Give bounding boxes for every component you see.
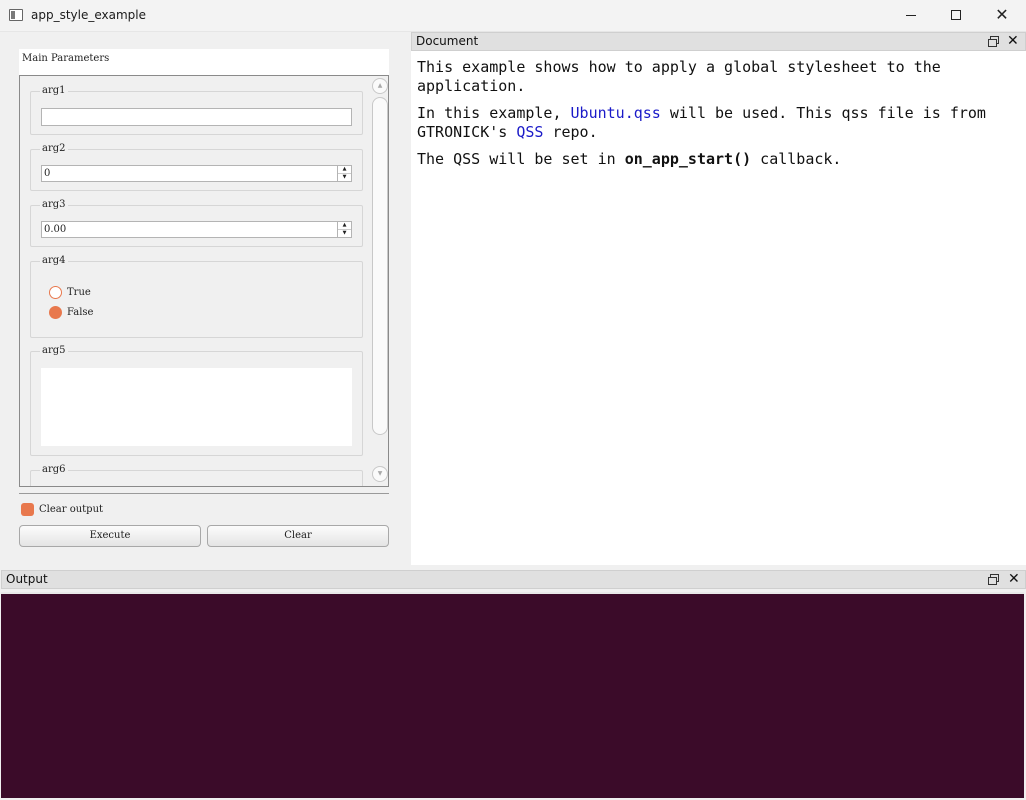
radio-true-indicator[interactable] (49, 286, 62, 299)
window-title: app_style_example (31, 8, 147, 22)
output-console[interactable] (1, 592, 1024, 798)
arg2-spinbox[interactable]: 0 ▲ ▼ (41, 165, 352, 182)
document-paragraph-3: The QSS will be set in on_app_start() ca… (417, 150, 1020, 169)
doc-text: repo. (543, 123, 598, 141)
output-dock-title: Output (6, 572, 48, 586)
arg2-spin-buttons: ▲ ▼ (337, 166, 351, 181)
minimize-button[interactable] (888, 0, 934, 30)
arg2-value: 0 (44, 168, 51, 179)
arg6-group: arg6 (30, 464, 363, 486)
arg3-spinbox[interactable]: 0.00 ▲ ▼ (41, 221, 352, 238)
radio-true[interactable]: True (49, 286, 91, 299)
arg2-group: arg2 0 ▲ ▼ (30, 143, 363, 191)
arg3-value: 0.00 (44, 224, 67, 235)
radio-true-label: True (67, 287, 91, 298)
close-icon[interactable]: ✕ (1008, 571, 1020, 587)
arg6-label: arg6 (40, 464, 68, 475)
maximize-icon (951, 10, 961, 20)
arg4-label: arg4 (40, 255, 68, 266)
document-content: This example shows how to apply a global… (411, 51, 1026, 565)
app-icon (9, 9, 23, 21)
arg3-group: arg3 0.00 ▲ ▼ (30, 199, 363, 247)
close-button[interactable]: ✕ (979, 0, 1025, 30)
minimize-icon (906, 14, 916, 16)
radio-false-label: False (67, 307, 94, 318)
arg1-input[interactable] (41, 108, 352, 126)
clear-output-check-indicator[interactable] (21, 503, 34, 516)
spin-down-icon[interactable]: ▼ (338, 174, 351, 181)
radio-false[interactable]: False (49, 306, 93, 319)
float-icon[interactable] (988, 574, 999, 585)
qss-repo-link[interactable]: QSS (516, 123, 543, 141)
ubuntu-qss-link[interactable]: Ubuntu.qss (571, 104, 661, 122)
spin-up-icon[interactable]: ▲ (338, 222, 351, 230)
clear-output-label: Clear output (39, 504, 104, 515)
arg5-label: arg5 (40, 345, 68, 356)
doc-text: The QSS will be set in (417, 150, 625, 168)
arg3-spin-buttons: ▲ ▼ (337, 222, 351, 237)
arg1-label: arg1 (40, 85, 68, 96)
radio-false-indicator[interactable] (49, 306, 62, 319)
arg4-group: arg4 True False (30, 255, 363, 338)
scroll-up-icon[interactable]: ▲ (372, 78, 388, 94)
main-parameters-title: Main Parameters (19, 49, 389, 75)
arg5-group: arg5 (30, 345, 363, 456)
document-paragraph-1: This example shows how to apply a global… (417, 58, 941, 95)
parameters-scroll-area[interactable]: arg1 arg2 0 ▲ ▼ arg3 0.00 ▲ ▼ arg4 True (19, 75, 389, 487)
document-dock-header: Document ✕ (411, 32, 1026, 51)
float-icon[interactable] (988, 36, 999, 47)
arg5-textarea[interactable] (41, 368, 352, 446)
clear-output-checkbox[interactable]: Clear output (21, 503, 103, 516)
document-dock-title: Document (416, 34, 479, 48)
scrollbar-thumb[interactable] (372, 97, 388, 435)
output-dock-header: Output ✕ (1, 570, 1026, 589)
divider (19, 493, 389, 494)
arg1-group: arg1 (30, 85, 363, 135)
execute-button[interactable]: Execute (19, 525, 201, 547)
spin-up-icon[interactable]: ▲ (338, 166, 351, 174)
maximize-button[interactable] (933, 0, 979, 30)
arg3-label: arg3 (40, 199, 68, 210)
close-icon[interactable]: ✕ (1007, 33, 1019, 49)
window-titlebar: app_style_example ✕ (0, 0, 1026, 32)
doc-text: In this example, (417, 104, 571, 122)
close-icon: ✕ (995, 5, 1009, 24)
spin-down-icon[interactable]: ▼ (338, 230, 351, 237)
vertical-scrollbar[interactable]: ▲ ▼ (372, 78, 388, 484)
doc-text: callback. (751, 150, 842, 168)
callback-name: on_app_start() (624, 150, 752, 168)
scroll-down-icon[interactable]: ▼ (372, 466, 388, 482)
document-paragraph-2: In this example, Ubuntu.qss will be used… (417, 104, 1020, 142)
clear-button[interactable]: Clear (207, 525, 389, 547)
arg2-label: arg2 (40, 143, 68, 154)
